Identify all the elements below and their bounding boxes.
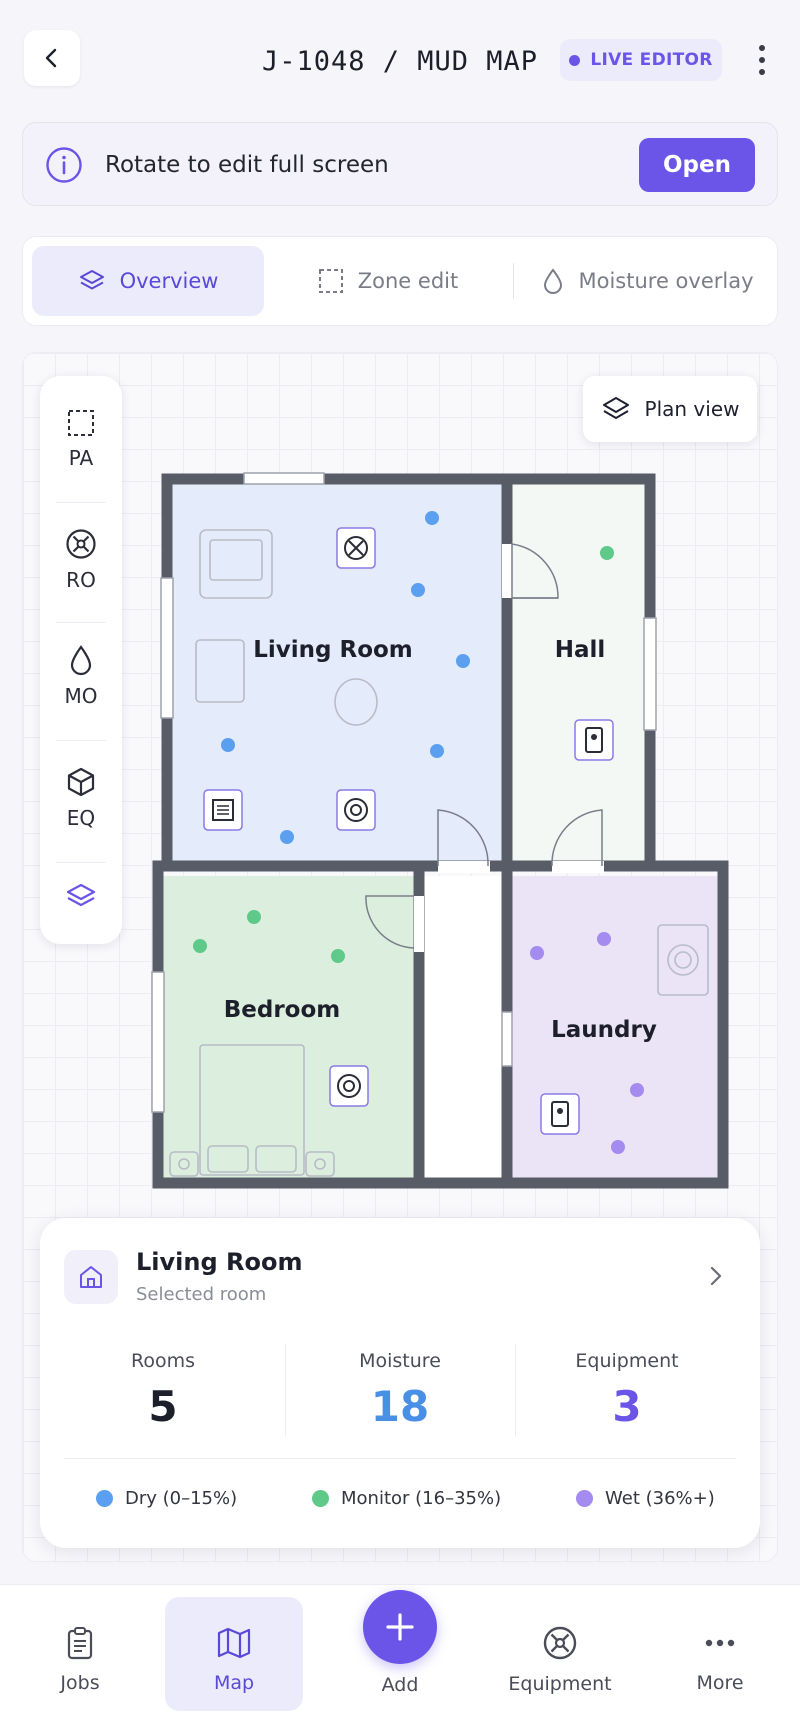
nav-equipment[interactable]: Equipment: [500, 1585, 620, 1733]
plan-view-button[interactable]: Plan view: [583, 376, 757, 442]
legend-dot-icon: [576, 1490, 593, 1507]
stat-divider: [285, 1344, 286, 1436]
reading-dot-monitor[interactable]: [331, 949, 345, 963]
selected-room-subtitle: Selected room: [136, 1284, 267, 1305]
tool-eq-label: EQ: [66, 806, 96, 830]
air-scrubber-icon[interactable]: [336, 789, 376, 831]
tool-layers[interactable]: [40, 880, 122, 912]
legend-wet: Wet (36%+): [576, 1488, 715, 1509]
stat-equipment: Equipment 3: [522, 1350, 732, 1431]
hall-area[interactable]: [512, 484, 645, 866]
card-divider: [64, 1458, 736, 1459]
reading-dot-dry[interactable]: [425, 511, 439, 525]
nav-more[interactable]: More: [660, 1585, 780, 1733]
room-summary-card: Living Room Selected room Rooms 5 Moistu…: [40, 1218, 760, 1548]
air-scrubber-icon[interactable]: [329, 1065, 369, 1107]
reading-dot-dry[interactable]: [221, 738, 235, 752]
reading-dot-monitor[interactable]: [193, 939, 207, 953]
plan-view-label: Plan view: [644, 397, 740, 421]
legend-monitor: Monitor (16–35%): [312, 1488, 501, 1509]
stat-divider: [515, 1344, 516, 1436]
stat-label: Equipment: [575, 1350, 679, 1372]
dashed-square-icon: [68, 410, 94, 436]
tool-eq[interactable]: EQ: [40, 766, 122, 830]
map-tool-rail: PA RO MO EQ: [40, 376, 122, 944]
reading-dot-dry[interactable]: [456, 654, 470, 668]
nav-map[interactable]: Map: [173, 1585, 295, 1733]
room-label-laundry: Laundry: [551, 1017, 657, 1043]
air-mover-icon[interactable]: [336, 527, 376, 569]
nav-jobs-label: Jobs: [60, 1671, 100, 1694]
reading-dot-wet[interactable]: [630, 1083, 644, 1097]
selected-room-title[interactable]: Living Room: [136, 1248, 302, 1276]
home-icon: [80, 1266, 102, 1288]
reading-dot-monitor[interactable]: [247, 910, 261, 924]
tool-divider: [56, 502, 106, 503]
stat-rooms: Rooms 5: [58, 1350, 268, 1431]
droplet-icon: [70, 645, 92, 676]
nav-map-label: Map: [213, 1671, 255, 1694]
tool-divider: [56, 622, 106, 623]
tool-divider: [56, 862, 106, 863]
fan-icon: [543, 1626, 577, 1659]
tool-pa[interactable]: PA: [40, 408, 122, 470]
tool-mo[interactable]: MO: [40, 644, 122, 708]
stat-value: 3: [612, 1382, 642, 1431]
reading-dot-dry[interactable]: [430, 744, 444, 758]
fan-icon: [66, 529, 96, 559]
reading-dot-monitor[interactable]: [600, 546, 614, 560]
reading-dot-wet[interactable]: [597, 932, 611, 946]
more-dots-icon: [705, 1639, 735, 1646]
reading-dot-dry[interactable]: [280, 830, 294, 844]
add-button[interactable]: [363, 1590, 437, 1664]
legend-label: Monitor (16–35%): [341, 1488, 502, 1509]
nav-jobs[interactable]: Jobs: [20, 1585, 140, 1733]
moisture-meter-icon[interactable]: [574, 719, 614, 761]
stat-moisture: Moisture 18: [295, 1350, 505, 1431]
stat-label: Rooms: [130, 1350, 195, 1372]
stat-value: 18: [370, 1382, 430, 1431]
room-label-living: Living Room: [253, 637, 413, 663]
room-icon-box: [64, 1250, 118, 1304]
tool-mo-label: MO: [64, 684, 98, 708]
clipboard-icon: [67, 1626, 93, 1659]
nav-more-label: More: [696, 1671, 744, 1694]
stat-label: Moisture: [359, 1350, 441, 1372]
cube-icon: [67, 767, 95, 797]
plus-icon: [386, 1613, 414, 1641]
dehumidifier-icon[interactable]: [203, 789, 243, 831]
reading-dot-wet[interactable]: [611, 1140, 625, 1154]
corridor-area: [424, 876, 504, 1178]
legend-dry: Dry (0–15%): [96, 1488, 237, 1509]
layers-icon: [602, 397, 629, 419]
moisture-meter-icon[interactable]: [540, 1093, 580, 1135]
layers-icon: [66, 883, 96, 907]
reading-dot-dry[interactable]: [411, 583, 425, 597]
tool-divider: [56, 740, 106, 741]
tool-pa-label: PA: [68, 446, 94, 470]
legend-dot-icon: [96, 1490, 113, 1507]
room-label-hall: Hall: [555, 637, 606, 663]
legend-dot-icon: [312, 1490, 329, 1507]
tool-ro-label: RO: [66, 568, 96, 592]
stat-value: 5: [148, 1382, 178, 1431]
room-label-bedroom: Bedroom: [224, 997, 341, 1023]
reading-dot-wet[interactable]: [530, 946, 544, 960]
legend-label: Dry (0–15%): [125, 1488, 238, 1509]
nav-add-label: Add: [381, 1674, 419, 1696]
chevron-right-icon[interactable]: [704, 1260, 728, 1292]
map-icon: [217, 1627, 251, 1658]
tool-ro[interactable]: RO: [40, 528, 122, 592]
nav-equipment-label: Equipment: [508, 1672, 612, 1695]
legend-label: Wet (36%+): [605, 1488, 715, 1509]
